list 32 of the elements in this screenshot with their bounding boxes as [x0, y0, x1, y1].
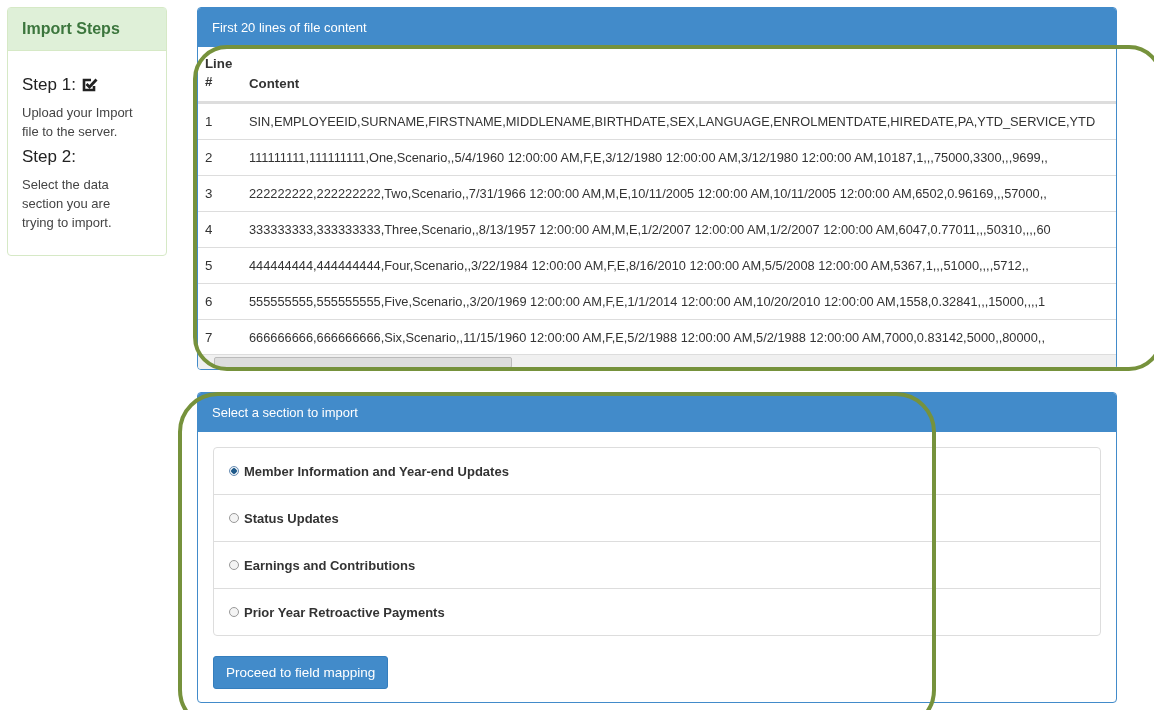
- table-cell-text: 5: [204, 258, 214, 273]
- panel-title: Select a section to import: [198, 393, 1116, 432]
- option-label[interactable]: Earnings and Contributions: [244, 557, 416, 573]
- table-cell-text: 1: [204, 114, 214, 129]
- table-cell: 222222222,222222222,Two,Scenario,,7/31/1966 12:00:00 AM,M,E,10/11/2005 12:00:00 AM,10/11/2005 12:00:00 AM,6502,0.96169,,,57000,,: [249, 186, 1047, 201]
- table-cell: 444444444,444444444,Four,Scenario,,3/22/1984 12:00:00 AM,F,E,8/16/2010 12:00:00 AM,5/5/2008 12:00:00 AM,5367,1,,,51000,,,,5712,,: [249, 258, 1029, 273]
- radio-button[interactable]: [229, 466, 239, 476]
- table-cell-text: 7: [204, 330, 214, 345]
- option-label[interactable]: Status Updates: [244, 510, 339, 526]
- column-header: Line #: [204, 55, 234, 91]
- step-heading: Step 2:: [22, 147, 76, 167]
- radio-button[interactable]: [229, 513, 239, 523]
- table-cell-text: 3: [204, 186, 214, 201]
- table-cell-text: 2: [204, 150, 214, 165]
- step-description: Upload your Import file to the server.: [22, 104, 134, 141]
- step-heading: Step 1:: [22, 75, 76, 95]
- option-label[interactable]: Prior Year Retroactive Payments: [244, 604, 445, 620]
- radio-button[interactable]: [229, 607, 239, 617]
- table-cell: SIN,EMPLOYEEID,SURNAME,FIRSTNAME,MIDDLENAME,BIRTHDATE,SEX,LANGUAGE,ENROLMENTDATE,HIREDATE,PA,YTD_SERVICE,YTD: [249, 114, 1096, 129]
- table-cell: 666666666,666666666,Six,Scenario,,11/15/1960 12:00:00 AM,F,E,5/2/1988 12:00:00 AM,5/2/1988 12:00:00 AM,7000,0.83142,5000,,80000,,: [249, 330, 1045, 345]
- radio-button[interactable]: [229, 560, 239, 570]
- table-cell-text: 4: [204, 222, 214, 237]
- proceed-button[interactable]: Proceed to field mapping: [213, 656, 389, 689]
- step-description: Select the data section you are trying to import.: [22, 176, 113, 232]
- option-label[interactable]: Member Information and Year-end Updates: [244, 463, 509, 479]
- table-cell: 111111111,111111111,One,Scenario,,5/4/1960 12:00:00 AM,F,E,3/12/1980 12:00:00 AM,3/12/1980 12:00:00 AM,10187,1,,,75000,3300,,,9699,,: [249, 150, 1048, 165]
- panel-title: First 20 lines of file content: [198, 8, 1116, 47]
- table-cell: 555555555,555555555,Five,Scenario,,3/20/1969 12:00:00 AM,F,E,1/1/2014 12:00:00 AM,10/20/2010 12:00:00 AM,1558,0.32841,,,15000,,,,1: [249, 294, 1046, 309]
- table-cell-text: 6: [204, 294, 214, 309]
- panel-title: Import Steps: [8, 8, 166, 51]
- column-header: Content: [249, 76, 300, 91]
- table-cell: 333333333,333333333,Three,Scenario,,8/13/1957 12:00:00 AM,M,E,1/2/2007 12:00:00 AM,1/2/2007 12:00:00 AM,6047,0.77011,,,50310,,,,60: [249, 222, 1051, 237]
